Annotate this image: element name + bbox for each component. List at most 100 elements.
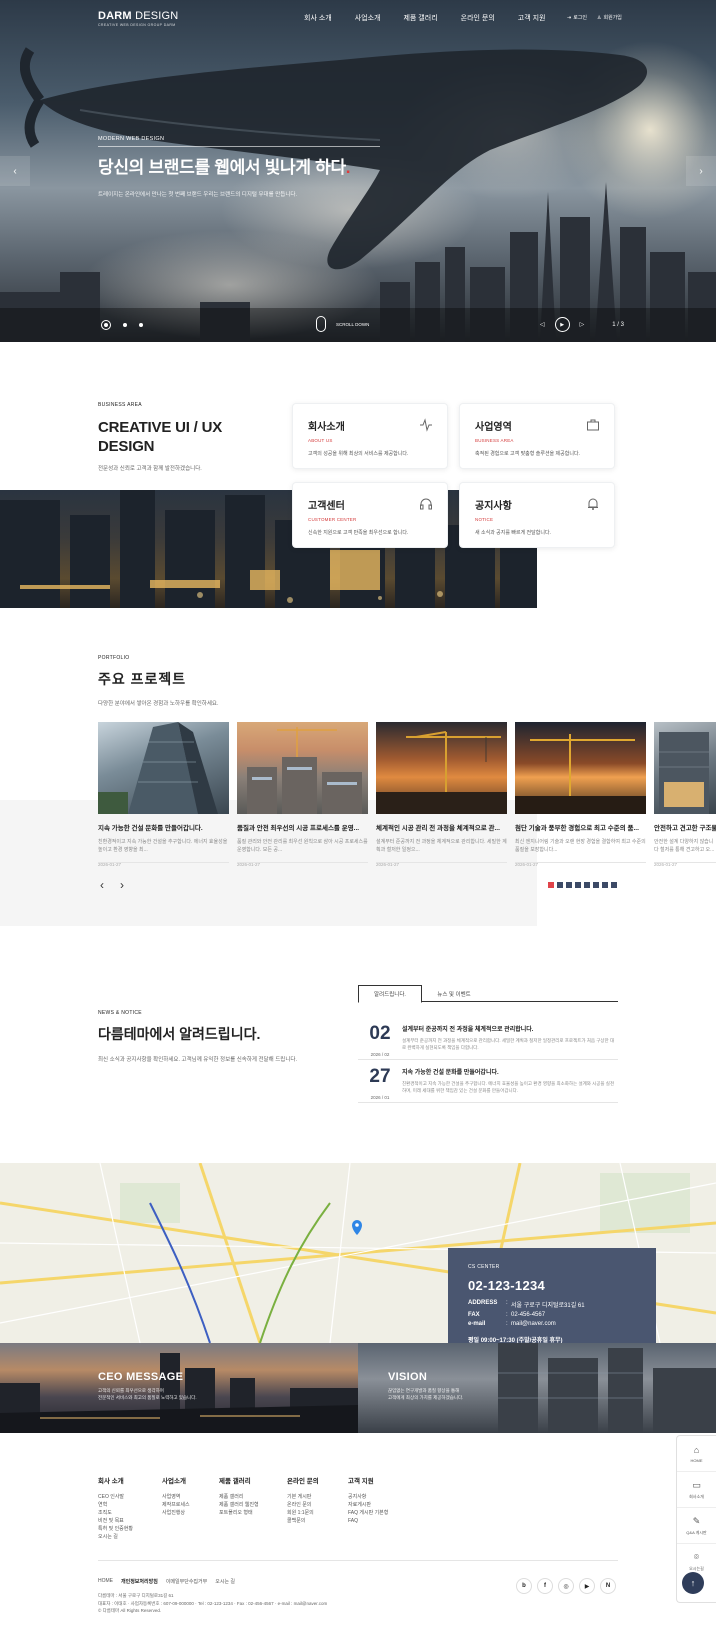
date-text: 2026-01-27 <box>376 862 400 867</box>
hero-dot[interactable] <box>123 323 127 327</box>
card-notice[interactable]: 공지사항 NOTICE 새 소식과 공지를 빠르게 전달합니다. <box>459 482 615 548</box>
location-link[interactable]: 오시는 길 <box>215 1578 235 1585</box>
nav-business[interactable]: 사업소개 <box>355 13 381 23</box>
instagram-icon[interactable]: ◎ <box>558 1578 574 1594</box>
footer-link[interactable]: 콜백문의 <box>287 1517 319 1525</box>
footer-link[interactable]: 온라인 문의 <box>287 1501 319 1509</box>
hero-pagination <box>101 320 143 330</box>
privacy-policy-link[interactable]: 개인정보처리방침 <box>121 1578 158 1585</box>
card-en: NOTICE <box>475 517 494 522</box>
footer-link[interactable]: 제작프로세스 <box>162 1501 190 1509</box>
card-business[interactable]: 사업영역 BUSINESS AREA 축적된 경험으로 고객 맞춤형 솔루션을 … <box>459 403 615 469</box>
pager-dot[interactable] <box>584 882 590 888</box>
scroll-down[interactable]: SCROLL DOWN <box>316 316 369 332</box>
footer-link[interactable]: FAQ <box>348 1517 388 1525</box>
chevron-right-icon[interactable]: › <box>120 878 124 892</box>
email-refusal-link[interactable]: 이메일무단수집거부 <box>166 1578 207 1585</box>
footer-link[interactable]: 공지사항 <box>348 1493 388 1501</box>
pager-dot[interactable] <box>602 882 608 888</box>
cs-tel[interactable]: 02-123-1234 <box>468 1278 636 1293</box>
news-item[interactable]: 27 2026 / 01 지속 가능한 건설 문화를 만들어갑니다. 친환경적이고 … <box>358 1067 618 1104</box>
quick-qna[interactable]: ✎ Q&A 게시판 <box>677 1508 716 1544</box>
join-link[interactable]: ♙ 회원가입 <box>597 14 622 22</box>
pager-dot[interactable] <box>548 882 554 888</box>
nav-support[interactable]: 고객 지원 <box>518 13 546 23</box>
nav-inquiry[interactable]: 온라인 문의 <box>461 13 495 23</box>
cs-label: CS CENTER <box>468 1264 500 1270</box>
news-item[interactable]: 02 2026 / 02 설계부터 준공까지 전 과정을 체계적으로 관리합니다.… <box>358 1024 618 1061</box>
hero-prev-button[interactable]: ‹ <box>0 156 30 186</box>
blog-icon[interactable]: b <box>516 1578 532 1594</box>
chevron-left-icon[interactable]: ‹ <box>100 878 104 892</box>
footer-col-heading[interactable]: 제품 갤러리 <box>219 1475 259 1485</box>
portfolio-item[interactable]: 품질과 안전 최우선의 시공 프로세스를 운영... 품질 관리와 안전 관리를… <box>237 722 368 867</box>
footer-link[interactable]: 제품 갤러리 웹진형 <box>219 1501 259 1509</box>
footer-link[interactable]: 사업영역 <box>162 1493 190 1501</box>
nav-company[interactable]: 회사 소개 <box>304 13 332 23</box>
footer-col-heading[interactable]: 회사 소개 <box>98 1475 133 1485</box>
footer-link[interactable]: 오시는 길 <box>98 1533 133 1541</box>
footer-link[interactable]: FAQ 게시판 기본형 <box>348 1509 388 1517</box>
card-desc: 신속한 지원으로 고객 만족을 최우선으로 합니다. <box>308 530 409 536</box>
pencil-icon: ✎ <box>692 1515 701 1526</box>
site-logo[interactable]: DARM DESIGN CREATIVE WEB DESIGN GROUP DA… <box>98 10 178 27</box>
footer-col-heading[interactable]: 온라인 문의 <box>287 1475 319 1485</box>
login-link[interactable]: ⇥ 로그인 <box>567 14 587 22</box>
quick-company[interactable]: ▭ 회사소개 <box>677 1472 716 1508</box>
construction-site-illustration <box>247 727 362 814</box>
portfolio-item[interactable]: 첨단 기술과 풍부한 경험으로 최고 수준의 품... 최신 엔지니어링 기술과… <box>515 722 646 867</box>
vision-banner[interactable]: VISION 끊임없는 연구개발과 품질 향상을 통해 고객에게 최상의 가치를 … <box>358 1343 716 1433</box>
next-slide-icon[interactable]: ▷ <box>580 321 585 328</box>
hero-dot[interactable] <box>101 320 111 330</box>
pager-dot[interactable] <box>593 882 599 888</box>
footer-link[interactable]: 자료게시판 <box>348 1501 388 1509</box>
play-button[interactable]: ▶ <box>554 317 570 332</box>
arrow-left-icon: ‹ <box>13 165 17 177</box>
map-pin-icon: ⌾ <box>693 1552 700 1562</box>
footer-link[interactable]: 회원 1:1문의 <box>287 1509 319 1517</box>
site-header: DARM DESIGN CREATIVE WEB DESIGN GROUP DA… <box>0 0 716 36</box>
footer-col-heading[interactable]: 사업소개 <box>162 1475 190 1485</box>
footer-link[interactable]: 기본 게시판 <box>287 1493 319 1501</box>
footer-link[interactable]: CEO 인사말 <box>98 1493 133 1501</box>
portfolio-desc: 다양한 분야에서 쌓아온 경험과 노하우를 확인하세요. <box>98 701 219 707</box>
ceo-title: CEO MESSAGE <box>98 1371 184 1383</box>
naver-icon[interactable]: N <box>600 1578 616 1594</box>
portfolio-item[interactable]: 체계적인 시공 관리 전 과정을 체계적으로 관... 설계부터 준공까지 전 … <box>376 722 507 867</box>
quick-home[interactable]: ⌂ HOME <box>677 1436 716 1472</box>
hero-next-button[interactable]: › <box>686 156 716 186</box>
portfolio-item[interactable]: 지속 가능한 건설 문화를 만들어갑니다. 친환경적이고 지속 가능한 건설을 … <box>98 722 229 867</box>
business-intro: BUSINESS AREA CREATIVE UI / UX DESIGN 전문성… <box>98 402 222 472</box>
card-about[interactable]: 회사소개 ABOUT US 고객의 성공을 위해 최상의 서비스를 제공합니다. <box>292 403 448 469</box>
footer-link[interactable]: 조직도 <box>98 1509 133 1517</box>
prev-slide-icon[interactable]: ◁ <box>540 321 545 328</box>
scroll-top-button[interactable]: ↑ <box>682 1572 704 1594</box>
news-body: 지속 가능한 건설 문화를 만들어갑니다. 친환경적이고 지속 가능한 건설을 추… <box>402 1067 618 1104</box>
footer-link[interactable]: 사업진행상 <box>162 1509 190 1517</box>
footer-link[interactable]: 연혁 <box>98 1501 133 1509</box>
tab-notice[interactable]: 알려드립니다. <box>358 985 422 1003</box>
portfolio-pager <box>548 882 617 888</box>
footer-link[interactable]: 제품 갤러리 <box>219 1493 259 1501</box>
footer-col-heading[interactable]: 고객 지원 <box>348 1475 388 1485</box>
card-customer-center[interactable]: 고객센터 CUSTOMER CENTER 신속한 지원으로 고객 만족을 최우선… <box>292 482 448 548</box>
pager-dot[interactable] <box>557 882 563 888</box>
pager-dot[interactable] <box>611 882 617 888</box>
logo-main2: DESIGN <box>135 10 179 22</box>
footer-link[interactable]: 특허 및 인증현황 <box>98 1525 133 1533</box>
portfolio-item[interactable]: 안전하고 견고한 구조물... 안전한 설계 다양하지 않습니다 철저를 통해 … <box>654 722 716 867</box>
nav-gallery[interactable]: 제품 갤러리 <box>403 13 437 23</box>
card-en: BUSINESS AREA <box>475 438 514 443</box>
tab-news-event[interactable]: 뉴스 및 이벤트 <box>422 985 486 1002</box>
date-text: 2026-01-27 <box>654 862 678 867</box>
facebook-icon[interactable]: f <box>537 1578 553 1594</box>
cs-key: e-mail <box>468 1321 486 1327</box>
pager-dot[interactable] <box>575 882 581 888</box>
hero-dot[interactable] <box>139 323 143 327</box>
footer-home-link[interactable]: HOME <box>98 1578 113 1585</box>
footer-link[interactable]: 비전 및 목표 <box>98 1517 133 1525</box>
ceo-banner[interactable]: CEO MESSAGE 고객의 신뢰를 최우선으로 생각하며 전문적인 서비스와 … <box>0 1343 358 1433</box>
footer-link[interactable]: 포트폴리오 형태 <box>219 1509 259 1517</box>
youtube-icon[interactable]: ▶ <box>579 1578 595 1594</box>
pager-dot[interactable] <box>566 882 572 888</box>
